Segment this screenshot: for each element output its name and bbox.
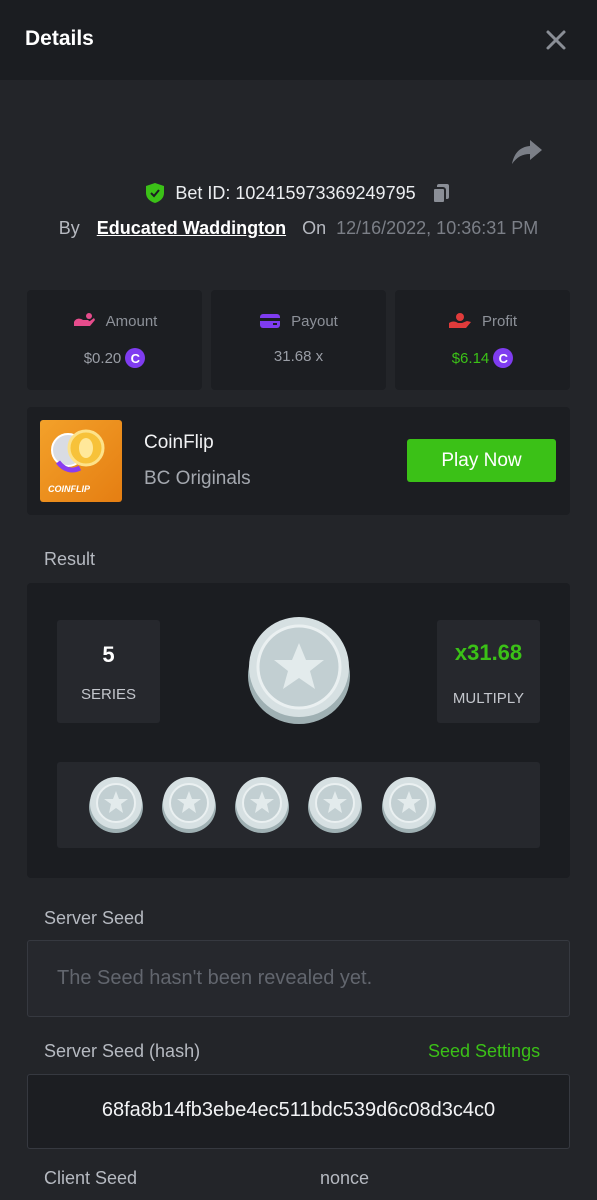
result-coin-icon (248, 617, 350, 724)
play-now-button[interactable]: Play Now (407, 439, 556, 482)
profit-value: $6.14 (451, 349, 490, 367)
payout-value: 31.68 x (273, 348, 324, 365)
bet-by-row: By Educated Waddington On 12/16/2022, 10… (0, 214, 597, 242)
multiplier-value: x31.68 (454, 640, 523, 665)
bet-id-row: Bet ID: 102415973369249795 (0, 178, 597, 208)
amount-value: $0.20 (83, 349, 122, 367)
result-panel: 5 SERIES x31.68 MULTIPLY (27, 583, 570, 878)
server-seed-hash-value: 68fa8b14fb3ebe4ec511bdc539d6c08d3c4c0 (101, 1099, 496, 1121)
series-box: 5 SERIES (57, 620, 160, 723)
server-seed-hash-field[interactable]: 68fa8b14fb3ebe4ec511bdc539d6c08d3c4c0 (27, 1074, 570, 1149)
server-seed-hash-label: Server Seed (hash) (44, 1041, 201, 1061)
series-label: SERIES (80, 686, 137, 703)
payout-card: Payout 31.68 x (211, 290, 386, 390)
server-seed-field[interactable]: The Seed hasn't been revealed yet. (27, 940, 570, 1017)
coin-star-icon (235, 777, 289, 833)
thumbnail-label: COINFLIP (48, 484, 90, 494)
series-value: 5 (102, 642, 115, 667)
profit-label: Profit (481, 312, 517, 330)
on-label: On (302, 217, 327, 238)
server-seed-placeholder: The Seed hasn't been revealed yet. (57, 967, 373, 989)
game-provider: BC Originals (144, 468, 251, 489)
coin-star-icon (162, 777, 216, 833)
bet-id: Bet ID: 102415973369249795 (175, 182, 416, 203)
page-title: Details (25, 27, 94, 50)
coin-history-row (57, 762, 540, 848)
profit-card: Profit $6.14 C (395, 290, 570, 390)
game-card: COINFLIP CoinFlip BC Originals Play Now (27, 407, 570, 515)
multiplier-box: x31.68 MULTIPLY (437, 620, 540, 723)
share-button[interactable] (508, 136, 544, 168)
details-header: Details (0, 0, 597, 80)
by-label: By (58, 217, 80, 238)
verified-shield-icon (146, 183, 165, 203)
amount-card: Amount $0.20 C (27, 290, 202, 390)
game-thumbnail[interactable]: COINFLIP (40, 420, 122, 502)
seed-settings-link[interactable]: Seed Settings (428, 1041, 540, 1062)
bet-date: 12/16/2022, 10:36:31 PM (336, 217, 539, 238)
multiplier-label: MULTIPLY (452, 690, 525, 707)
username-link[interactable]: Educated Waddington (97, 218, 286, 239)
multiply-x-icon: x (454, 640, 468, 665)
game-name: CoinFlip (144, 432, 214, 453)
amount-label: Amount (105, 312, 158, 330)
payout-label: Payout (291, 312, 338, 330)
payout-card-icon (260, 314, 281, 328)
close-button[interactable] (540, 24, 572, 56)
coin-star-icon (382, 777, 436, 833)
coin-star-icon (308, 777, 362, 833)
currency-coin-icon: C (493, 348, 514, 368)
copy-icon[interactable] (430, 182, 452, 204)
currency-coin-icon: C (125, 348, 146, 368)
server-seed-label: Server Seed (44, 908, 145, 928)
close-icon (546, 30, 566, 50)
share-icon (512, 140, 542, 164)
client-seed-label: Client Seed (44, 1168, 138, 1188)
result-label: Result (44, 549, 96, 569)
amount-icon (73, 313, 95, 326)
coin-star-icon (89, 777, 143, 833)
nonce-label: nonce (320, 1168, 370, 1188)
profit-icon (448, 313, 471, 328)
